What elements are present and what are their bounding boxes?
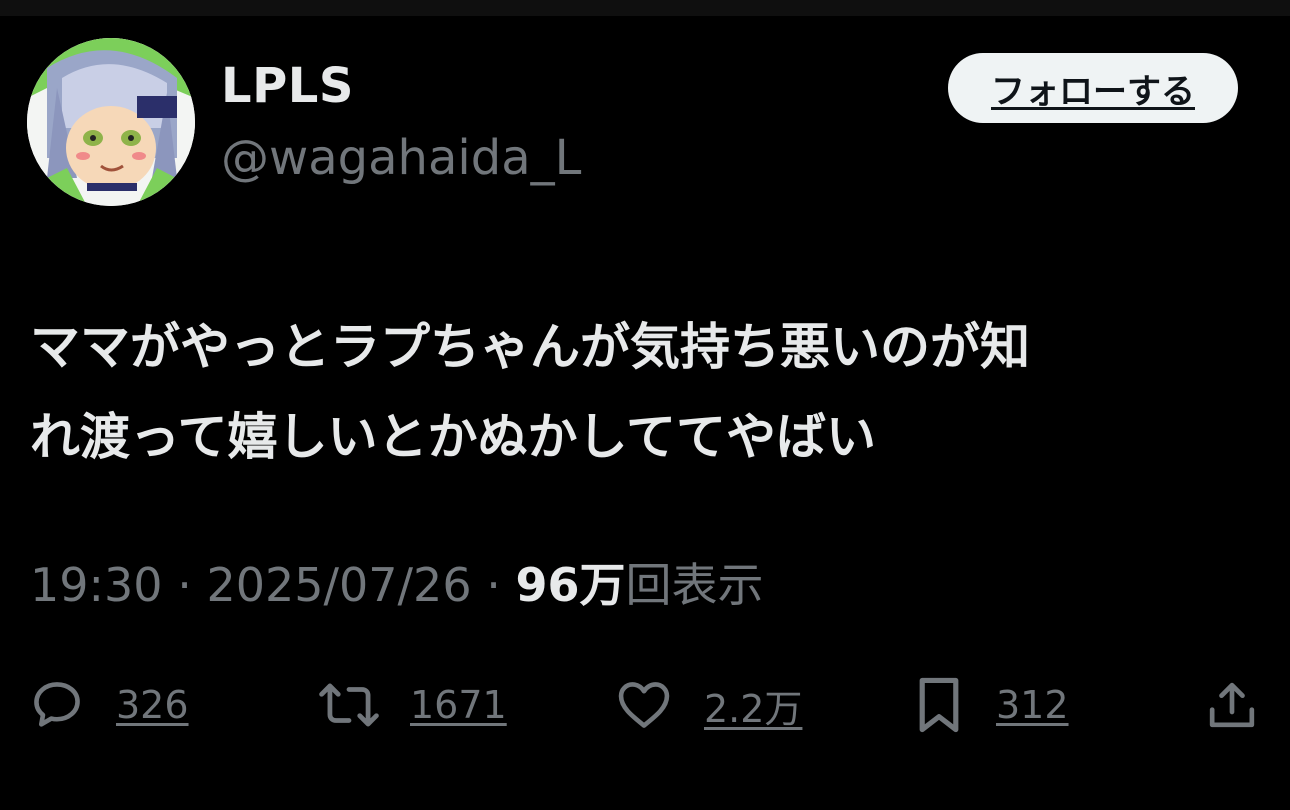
retweet-button[interactable]: 1671 (318, 665, 507, 745)
views-count: 96万 (515, 558, 626, 612)
tweet-meta: 19:30 · 2025/07/26 · 96万回表示 (30, 553, 763, 617)
views-label: 回表示 (625, 558, 764, 612)
action-bar: 326 1671 2.2万 312 (0, 665, 1290, 745)
retweet-count: 1671 (410, 683, 507, 727)
meta-separator: · (486, 558, 501, 612)
tweet-text-line-2: れ渡って嬉しいとかぬかしててやばい (30, 408, 876, 466)
display-name[interactable]: LPLS (221, 56, 354, 116)
avatar[interactable] (27, 38, 195, 206)
reply-bubble-icon (34, 682, 80, 727)
tweet-text-line-1: ママがやっとラプちゃんが気持ち悪いのが知 (30, 318, 1030, 376)
share-icon (1209, 682, 1255, 728)
tweet-time[interactable]: 19:30 (30, 558, 163, 612)
bookmark-count: 312 (996, 683, 1069, 727)
tweet-text: ママがやっとラプちゃんが気持ち悪いのが知 れ渡って嬉しいとかぬかしててやばい (30, 302, 1230, 482)
tweet-date[interactable]: 2025/07/26 (206, 558, 471, 612)
bookmark-icon (919, 677, 959, 733)
reply-count: 326 (116, 683, 189, 727)
share-button[interactable] (1204, 665, 1260, 745)
top-bar (0, 0, 1290, 16)
retweet-icon (319, 683, 379, 727)
follow-button[interactable]: フォローする (948, 53, 1238, 123)
like-button[interactable]: 2.2万 (614, 665, 802, 745)
heart-icon (618, 682, 670, 728)
like-count: 2.2万 (704, 686, 803, 731)
reply-button[interactable]: 326 (28, 665, 189, 745)
avatar-illustration (27, 38, 195, 206)
user-handle[interactable]: @wagahaida_L (221, 128, 581, 188)
bookmark-button[interactable]: 312 (912, 665, 1069, 745)
meta-separator: · (177, 558, 192, 612)
